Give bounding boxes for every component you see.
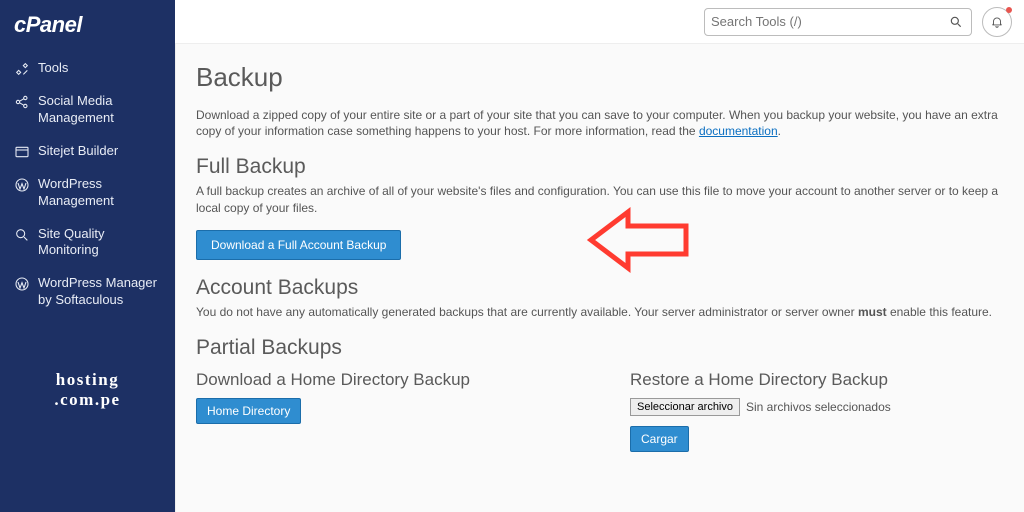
sidebar-item-label: WordPress Manager by Softaculous [38,275,161,309]
sidebar-item-wp-manager-softaculous[interactable]: WordPress Manager by Softaculous [0,267,175,317]
sidebar-item-label: WordPress Management [38,176,161,210]
sidebar-nav: Tools Social Media Management Sitejet Bu… [0,48,175,321]
search-icon [949,15,963,29]
annotation-arrow-icon [586,204,696,281]
file-none-label: Sin archivos seleccionados [746,400,891,414]
share-icon [14,94,30,110]
upload-button[interactable]: Cargar [630,426,689,452]
sidebar-item-wp-management[interactable]: WordPress Management [0,168,175,218]
account-backups-desc: You do not have any automatically genera… [196,304,1004,320]
cpanel-logo: cPanel [0,0,175,48]
sidebar-brand: hosting .com.pe [0,366,175,414]
sidebar-item-sitejet[interactable]: Sitejet Builder [0,135,175,168]
sidebar-item-label: Site Quality Monitoring [38,226,161,260]
intro-text: Download a zipped copy of your entire si… [196,107,1004,139]
restore-home-heading: Restore a Home Directory Backup [630,370,1004,390]
wrench-icon [14,61,30,77]
download-home-heading: Download a Home Directory Backup [196,370,570,390]
sidebar-item-label: Sitejet Builder [38,143,118,160]
search-wrap [704,8,972,36]
window-icon [14,144,30,160]
home-directory-button[interactable]: Home Directory [196,398,301,424]
notification-dot-icon [1006,7,1012,13]
magnifier-icon [14,227,30,243]
wordpress-icon [14,177,30,193]
partial-backups-heading: Partial Backups [196,336,1004,360]
documentation-link[interactable]: documentation [699,124,778,138]
sidebar: cPanel Tools Social Media Management Sit… [0,0,175,512]
file-select-button[interactable]: Seleccionar archivo [630,398,740,416]
search-input[interactable] [711,14,949,29]
main: Backup Download a zipped copy of your en… [175,0,1024,512]
sidebar-item-site-quality[interactable]: Site Quality Monitoring [0,218,175,268]
sidebar-item-tools[interactable]: Tools [0,52,175,85]
topbar [175,0,1024,44]
notifications-button[interactable] [982,7,1012,37]
sidebar-item-social-media[interactable]: Social Media Management [0,85,175,135]
content: Backup Download a zipped copy of your en… [175,44,1024,512]
restore-home-column: Restore a Home Directory Backup Seleccio… [630,364,1004,452]
bell-icon [990,15,1004,29]
full-backup-heading: Full Backup [196,155,1004,179]
wordpress-icon [14,276,30,292]
page-title: Backup [196,62,1004,93]
sidebar-item-label: Social Media Management [38,93,161,127]
sidebar-item-label: Tools [38,60,68,77]
download-home-column: Download a Home Directory Backup Home Di… [196,364,570,452]
download-full-backup-button[interactable]: Download a Full Account Backup [196,230,401,260]
